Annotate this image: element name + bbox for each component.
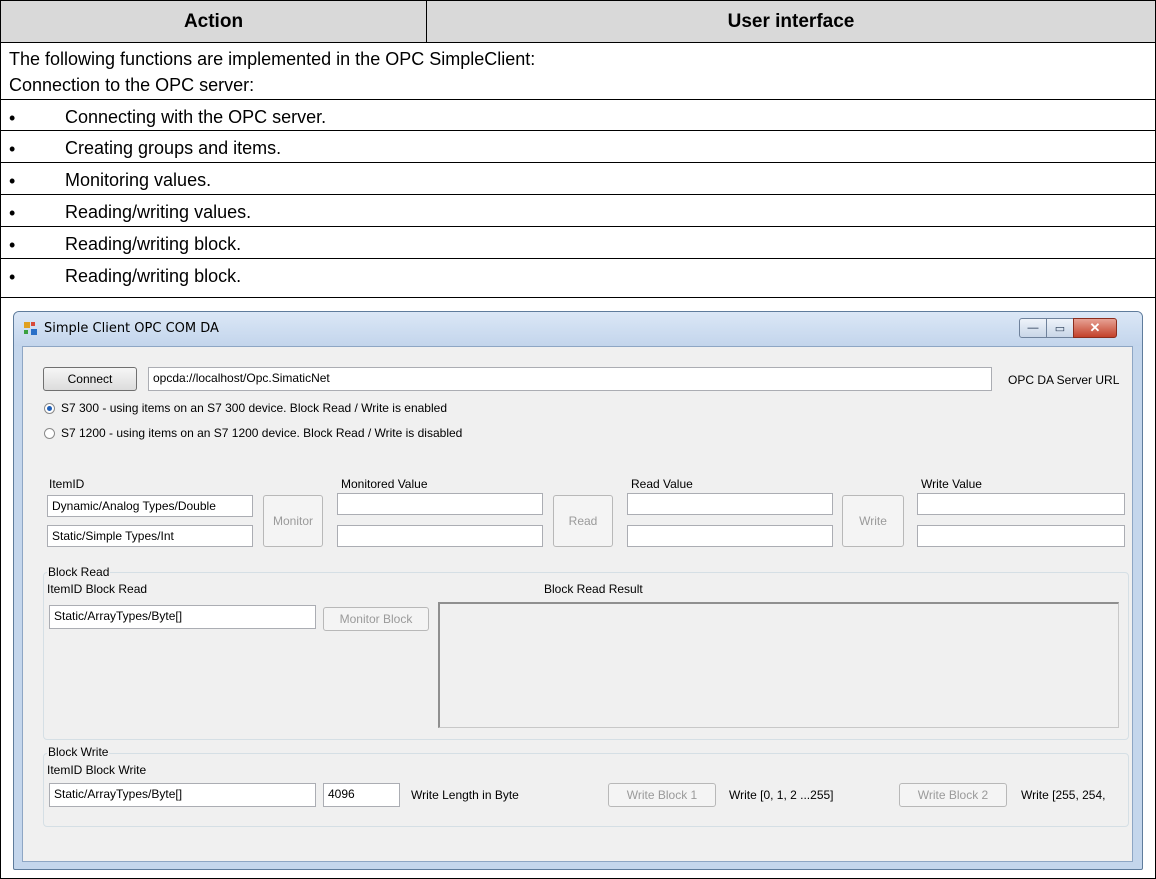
s7-1200-radio[interactable] <box>44 428 55 439</box>
bullet-item: Monitoring values. <box>65 170 212 190</box>
bullet-item: Connecting with the OPC server. <box>65 107 327 127</box>
write-block-1-description: Write [0, 1, 2 ...255] <box>729 788 834 802</box>
row-divider <box>1 194 1156 195</box>
bullet-marker: • <box>9 139 16 159</box>
monitored-value-field[interactable] <box>337 493 543 515</box>
maximize-button[interactable]: ▭ <box>1046 318 1074 338</box>
window-title: Simple Client OPC COM DA <box>44 321 219 336</box>
server-url-label: OPC DA Server URL <box>1008 373 1120 387</box>
app-icon <box>24 322 38 336</box>
write-button[interactable]: Write <box>842 495 904 547</box>
row-divider <box>1 162 1156 163</box>
subheading-text: Connection to the OPC server: <box>9 75 255 95</box>
write-block-1-button[interactable]: Write Block 1 <box>608 783 716 807</box>
s7-300-radio[interactable] <box>44 403 55 414</box>
row-divider <box>1 99 1156 100</box>
close-icon: ✕ <box>1089 320 1101 335</box>
block-write-itemid-label: ItemID Block Write <box>47 763 147 777</box>
intro-text: The following functions are implemented … <box>9 49 536 69</box>
app-window: Simple Client OPC COM DA — ▭ ✕ Connect o… <box>13 311 1143 870</box>
block-read-result-box[interactable] <box>438 602 1119 728</box>
write-block-2-button[interactable]: Write Block 2 <box>899 783 1007 807</box>
bullet-item: Reading/writing values. <box>65 202 252 222</box>
write-length-label: Write Length in Byte <box>411 788 519 802</box>
document-table: Action User interface The following func… <box>0 0 1156 879</box>
close-button[interactable]: ✕ <box>1073 318 1117 338</box>
block-read-result-label: Block Read Result <box>544 582 643 596</box>
maximize-icon: ▭ <box>1054 322 1066 335</box>
header-user-interface: User interface <box>426 0 1156 43</box>
write-length-input[interactable]: 4096 <box>323 783 400 807</box>
write-value-field[interactable] <box>917 493 1125 515</box>
read-value-field[interactable] <box>627 525 833 547</box>
monitored-value-field[interactable] <box>337 525 543 547</box>
block-write-title: Block Write <box>47 745 110 759</box>
header-action: Action <box>0 0 427 43</box>
read-value-field[interactable] <box>627 493 833 515</box>
read-value-column-label: Read Value <box>631 477 693 491</box>
read-button[interactable]: Read <box>553 495 613 547</box>
itemid-input[interactable]: Dynamic/Analog Types/Double <box>47 495 253 517</box>
s7-1200-label[interactable]: S7 1200 - using items on an S7 1200 devi… <box>61 426 462 440</box>
bullet-marker: • <box>9 171 16 191</box>
bullet-marker: • <box>9 108 16 128</box>
bullet-item: Reading/writing block. <box>65 266 242 286</box>
row-divider <box>0 297 1156 298</box>
row-divider <box>1 130 1156 131</box>
row-divider <box>1 258 1156 259</box>
description-cell: The following functions are implemented … <box>0 42 1156 298</box>
write-value-column-label: Write Value <box>921 477 982 491</box>
bullet-marker: • <box>9 203 16 223</box>
title-bar[interactable]: Simple Client OPC COM DA — ▭ ✕ <box>14 312 1142 346</box>
row-divider <box>1 226 1156 227</box>
block-read-itemid-input[interactable]: Static/ArrayTypes/Byte[] <box>49 605 316 629</box>
block-read-title: Block Read <box>47 565 111 579</box>
minimize-button[interactable]: — <box>1019 318 1047 338</box>
bullet-marker: • <box>9 267 16 287</box>
client-area: Connect opcda://localhost/Opc.SimaticNet… <box>22 346 1133 862</box>
monitor-block-button[interactable]: Monitor Block <box>323 607 429 631</box>
block-write-itemid-input[interactable]: Static/ArrayTypes/Byte[] <box>49 783 316 807</box>
write-block-2-description: Write [255, 254, <box>1021 788 1106 802</box>
bullet-item: Creating groups and items. <box>65 138 282 158</box>
bullet-item: Reading/writing block. <box>65 234 242 254</box>
connect-button[interactable]: Connect <box>43 367 137 391</box>
minimize-icon: — <box>1027 322 1039 334</box>
write-value-field[interactable] <box>917 525 1125 547</box>
monitor-button[interactable]: Monitor <box>263 495 323 547</box>
block-read-itemid-label: ItemID Block Read <box>47 582 148 596</box>
itemid-column-label: ItemID <box>49 477 85 491</box>
monitored-value-column-label: Monitored Value <box>341 477 428 491</box>
s7-300-label[interactable]: S7 300 - using items on an S7 300 device… <box>61 401 447 415</box>
server-url-input[interactable]: opcda://localhost/Opc.SimaticNet <box>148 367 992 391</box>
bullet-marker: • <box>9 235 16 255</box>
itemid-input[interactable]: Static/Simple Types/Int <box>47 525 253 547</box>
